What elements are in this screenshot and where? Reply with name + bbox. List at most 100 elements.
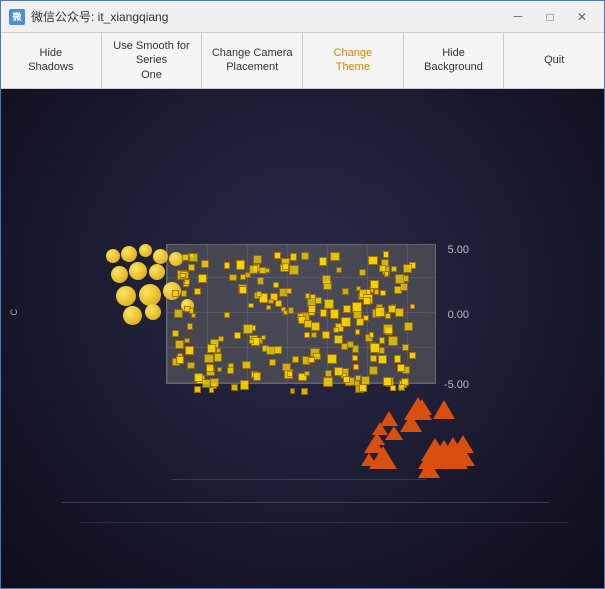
scatter-triangle — [369, 433, 385, 445]
scatter-square — [333, 327, 339, 333]
scatter-square — [286, 288, 292, 294]
toolbar: HideShadows Use Smooth for SeriesOne Cha… — [1, 33, 604, 89]
scatter-square — [204, 354, 213, 363]
scatter-square — [322, 275, 331, 284]
minimize-button[interactable]: － — [504, 7, 532, 27]
scatter-square — [322, 331, 330, 339]
scatter-square — [400, 283, 408, 291]
scatter-square — [184, 279, 189, 284]
smooth-series-button[interactable]: Use Smooth for SeriesOne — [102, 33, 203, 88]
scatter-square — [379, 265, 386, 272]
scatter-square — [355, 375, 361, 381]
hide-background-button[interactable]: HideBackground — [404, 33, 505, 88]
scatter-square — [289, 265, 299, 275]
floor-line-2 — [81, 522, 569, 523]
scatter-square — [243, 324, 253, 334]
sphere — [139, 244, 152, 257]
window-title: 微信公众号: it_xiangqiang — [31, 8, 504, 25]
scatter-square — [363, 297, 371, 305]
scatter-square — [214, 353, 222, 361]
scatter-square — [207, 344, 216, 353]
scatter-square — [249, 339, 254, 344]
scatter-square — [343, 305, 351, 313]
scatter-square — [187, 362, 195, 370]
scatter-square — [308, 357, 315, 364]
scatter-square — [249, 265, 258, 274]
hide-shadows-button[interactable]: HideShadows — [1, 33, 102, 88]
scatter-square — [398, 384, 405, 391]
scatter-square — [229, 274, 236, 281]
chart-area: C 5.00 0.00 -5.00 — [1, 89, 604, 588]
scatter-square — [388, 336, 398, 346]
scatter-square — [385, 313, 391, 319]
scatter-square — [355, 329, 360, 334]
scatter-square — [198, 274, 207, 283]
scatter-square — [218, 336, 224, 342]
scatter-square — [304, 332, 310, 338]
scatter-square — [217, 367, 222, 372]
scatter-square — [352, 355, 358, 361]
scatter-square — [323, 377, 333, 387]
scatter-square — [334, 367, 343, 376]
scatter-square — [182, 254, 189, 261]
scatter-triangle — [412, 399, 432, 415]
scatter-square — [305, 293, 311, 299]
scatter-square — [206, 364, 214, 372]
scatter-square — [287, 371, 293, 377]
bottom-grid-line — [171, 479, 426, 480]
scatter-square — [194, 373, 203, 382]
scatter-triangle — [369, 446, 397, 469]
scatter-square — [409, 352, 416, 359]
scatter-square — [378, 355, 387, 364]
main-window: 微 微信公众号: it_xiangqiang － □ ✕ HideShadows… — [0, 0, 605, 589]
sphere — [116, 286, 136, 306]
scatter-square — [282, 263, 289, 270]
scatter-square — [248, 303, 253, 308]
scatter-square — [185, 346, 194, 355]
scatter-square — [253, 255, 262, 264]
scatter-square — [292, 356, 298, 362]
quit-button[interactable]: Quit — [504, 33, 604, 88]
scatter-square — [404, 322, 413, 331]
close-button[interactable]: ✕ — [568, 7, 596, 27]
scatter-square — [227, 367, 234, 374]
floor-line — [61, 502, 549, 503]
scatter-square — [301, 252, 308, 259]
maximize-button[interactable]: □ — [536, 7, 564, 27]
scatter-square — [313, 353, 321, 361]
app-icon: 微 — [9, 9, 25, 25]
scatter-square — [188, 264, 195, 271]
scatter-square — [368, 256, 377, 265]
scatter-square — [194, 288, 201, 295]
scatter-square — [210, 378, 220, 388]
scatter-square — [240, 274, 246, 280]
scatter-square — [172, 330, 180, 338]
scatter-square — [266, 346, 275, 355]
scatter-square — [304, 371, 309, 376]
scatter-squares — [161, 234, 451, 409]
scatter-square — [388, 305, 396, 313]
scatter-square — [172, 290, 179, 297]
scatter-square — [341, 317, 351, 327]
scatter-square — [359, 269, 366, 276]
scatter-square — [342, 288, 349, 295]
scatter-square — [383, 324, 392, 333]
scatter-square — [394, 355, 402, 363]
camera-placement-button[interactable]: Change CameraPlacement — [202, 33, 303, 88]
scatter-square — [352, 302, 362, 312]
scatter-square — [334, 335, 343, 344]
sphere — [121, 246, 137, 262]
scatter-square — [216, 348, 221, 353]
scatter-square — [375, 307, 385, 317]
window-controls: － □ ✕ — [504, 7, 596, 27]
scatter-square — [240, 380, 250, 390]
sphere — [123, 306, 142, 325]
change-theme-button[interactable]: ChangeTheme — [303, 33, 404, 88]
scatter-square — [288, 307, 294, 313]
scatter-square — [370, 355, 378, 363]
scatter-square — [353, 364, 359, 370]
scatter-square — [403, 275, 410, 282]
scatter-square — [374, 289, 379, 294]
scatter-square — [266, 305, 271, 310]
title-bar: 微 微信公众号: it_xiangqiang － □ ✕ — [1, 1, 604, 33]
